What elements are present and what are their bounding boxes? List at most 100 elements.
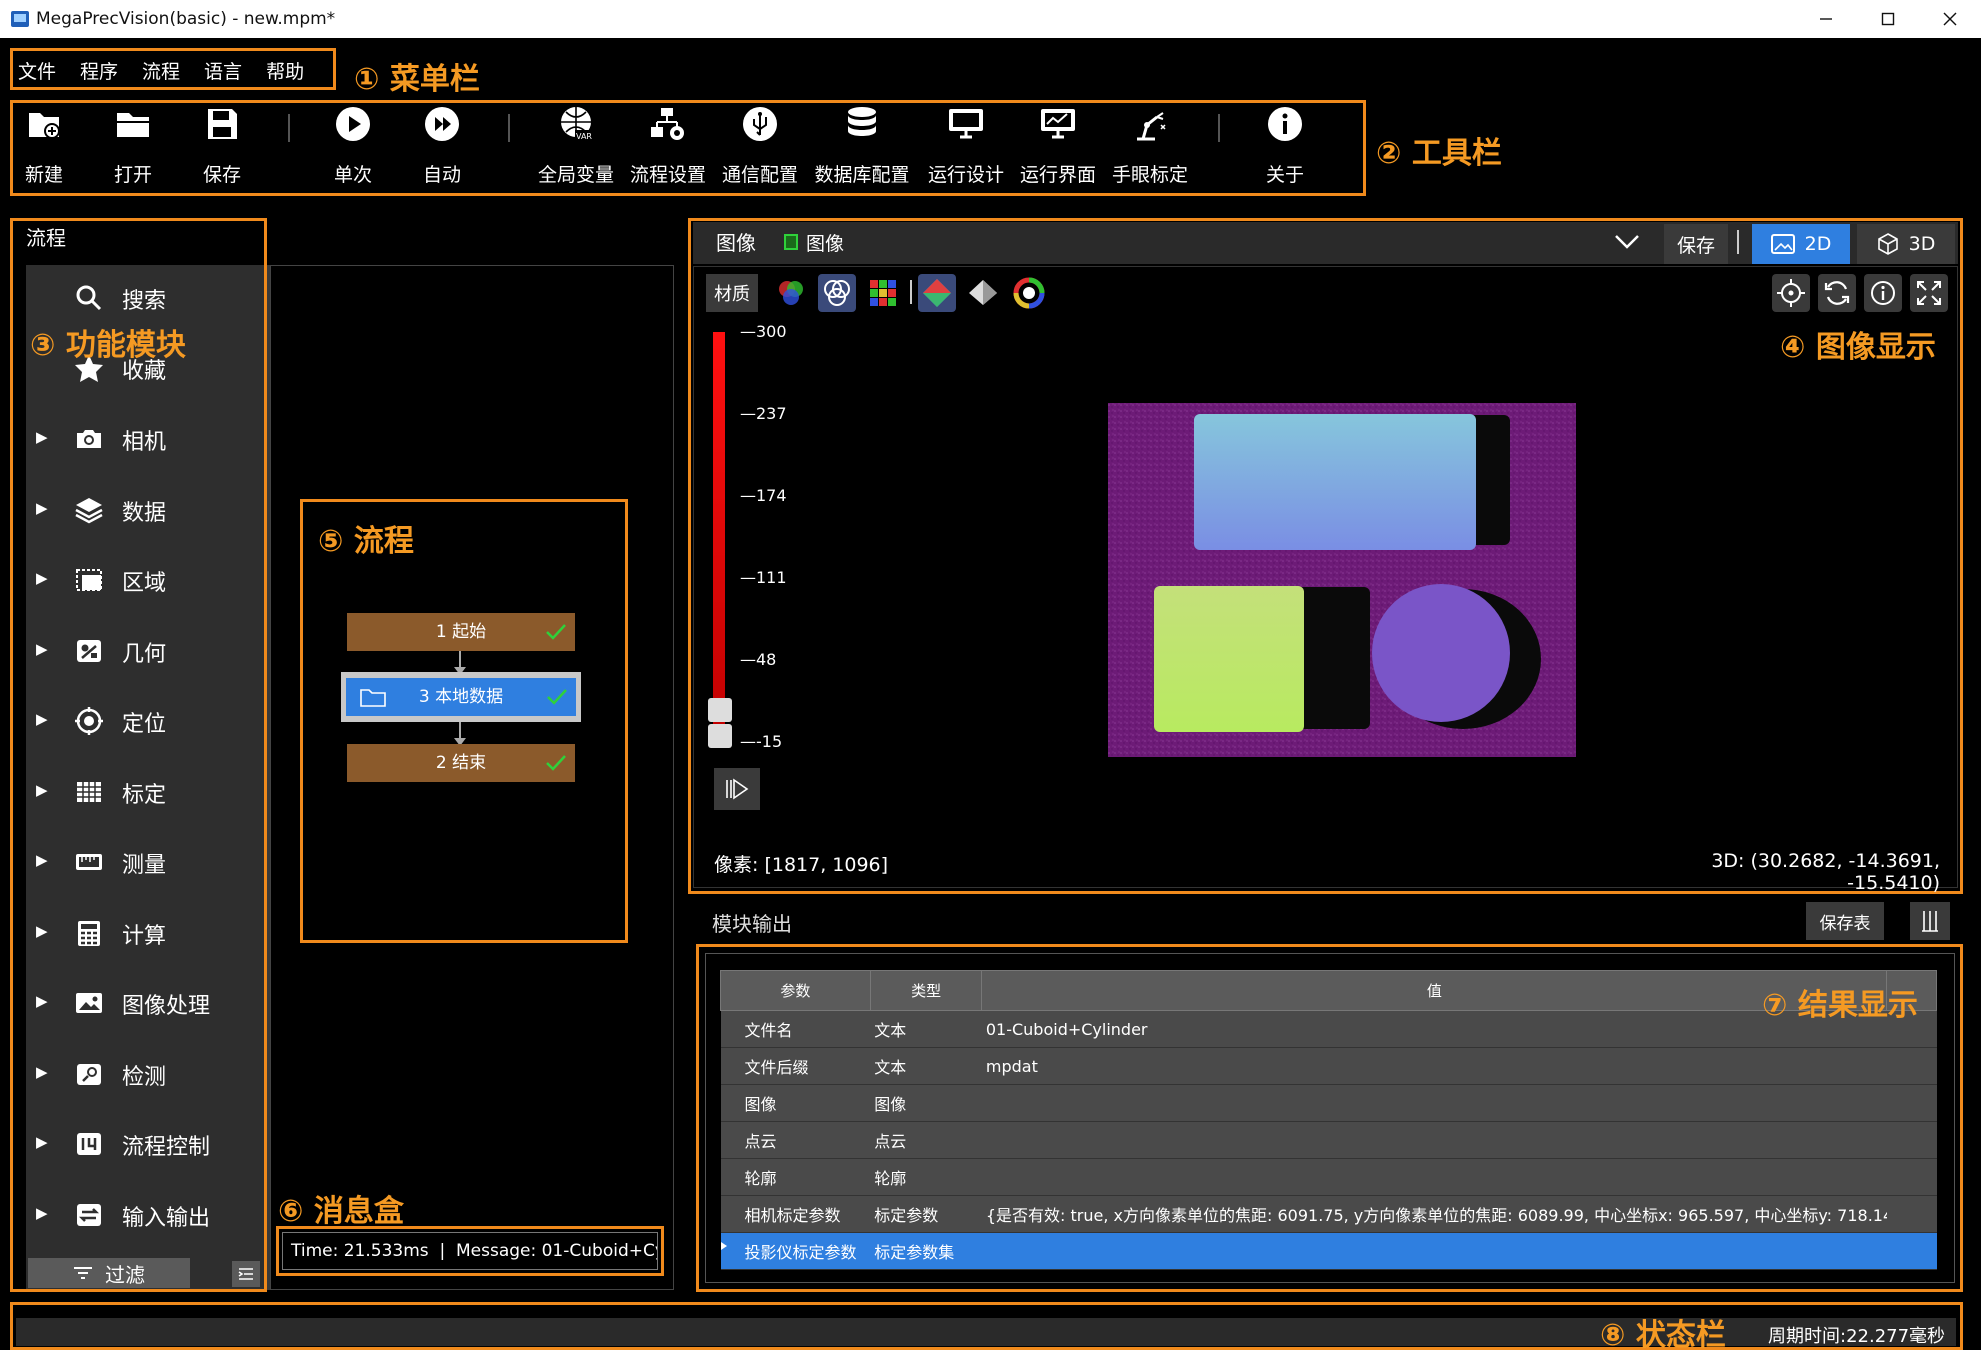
toolbar-flow-settings-button[interactable]: 流程设置: [622, 104, 714, 192]
filter-button[interactable]: 过滤: [28, 1258, 190, 1288]
expand-arrow-icon[interactable]: ▶: [36, 1063, 48, 1081]
module-compute[interactable]: ▶ 计算: [26, 912, 264, 952]
expand-arrow-icon[interactable]: ▶: [36, 499, 48, 517]
toolbar-hand-eye-button[interactable]: 手眼标定: [1104, 104, 1196, 192]
flow-node-local-data[interactable]: 3 本地数据: [346, 678, 576, 716]
table-row[interactable]: 相机标定参数 标定参数 {是否有效: true, x方向像素单位的焦距: 6091.…: [720, 1195, 1937, 1233]
row-expand-arrow-icon[interactable]: [718, 1240, 730, 1252]
pixel-grid-icon[interactable]: [864, 274, 902, 312]
toolbar-run-design-button[interactable]: 运行设计: [920, 104, 1012, 192]
usb-icon: [743, 107, 777, 141]
output-title: 模块输出: [712, 912, 792, 936]
toolbar-comm-config-button[interactable]: 通信配置: [714, 104, 806, 192]
close-button[interactable]: [1920, 0, 1980, 38]
play-scale-button[interactable]: [714, 768, 760, 810]
refresh-icon[interactable]: [1818, 274, 1856, 312]
camera-image[interactable]: [1108, 403, 1576, 757]
color-wheel-icon[interactable]: [1010, 274, 1048, 312]
module-calibration[interactable]: ▶ 标定: [26, 771, 264, 811]
toolbar-new-button[interactable]: 新建: [0, 104, 88, 192]
module-camera[interactable]: ▶ 相机: [26, 418, 264, 458]
grid-icon: [77, 782, 101, 802]
expand-arrow-icon[interactable]: ▶: [36, 851, 48, 869]
channel-blend-icon[interactable]: [818, 274, 856, 312]
rgb-channels-icon[interactable]: [772, 274, 810, 312]
table-row[interactable]: 轮廓 轮廓: [720, 1158, 1937, 1196]
toolbar-auto-run-button[interactable]: 自动: [398, 104, 486, 192]
expand-arrow-icon[interactable]: ▶: [36, 1204, 48, 1222]
height-scale-bar: [713, 332, 725, 742]
expand-arrow-icon[interactable]: ▶: [36, 1133, 48, 1151]
monitor-icon: [949, 109, 983, 139]
image-source-select[interactable]: 图像: [774, 225, 1644, 261]
chevron-down-icon[interactable]: [1614, 233, 1640, 251]
toolbar-run-ui-button[interactable]: 运行界面: [1012, 104, 1104, 192]
module-locate[interactable]: ▶ 定位: [26, 700, 264, 740]
io-icon: [77, 1204, 101, 1226]
flow-node-start[interactable]: 1 起始: [347, 613, 575, 651]
height-colormap-icon[interactable]: [918, 274, 956, 312]
module-image-processing[interactable]: ▶ 图像处理: [26, 982, 264, 1022]
mode-3d-button[interactable]: 3D: [1857, 224, 1955, 264]
scale-tick-label: —-15: [740, 732, 783, 751]
flow-node-end[interactable]: 2 结束: [347, 744, 575, 782]
list-view-button[interactable]: [232, 1261, 260, 1287]
table-header: 参数 类型 值: [720, 970, 1937, 1011]
toolbar-open-button[interactable]: 打开: [89, 104, 177, 192]
expand-arrow-icon[interactable]: ▶: [36, 781, 48, 799]
module-inspect[interactable]: ▶ 检测: [26, 1053, 264, 1093]
module-geometry[interactable]: ▶ 几何: [26, 630, 264, 670]
toolbar-db-config-button[interactable]: 数据库配置: [806, 104, 918, 192]
module-search[interactable]: 搜索: [26, 277, 264, 317]
flow-control-icon: [77, 1133, 101, 1155]
menu-language[interactable]: 语言: [200, 57, 246, 84]
menu-program[interactable]: 程序: [76, 57, 122, 84]
toolbar-global-var-button[interactable]: VAR 全局变量: [530, 104, 622, 192]
module-flow-control[interactable]: ▶ 流程控制: [26, 1123, 264, 1163]
expand-arrow-icon[interactable]: ▶: [36, 640, 48, 658]
viewport-toolbar-separator: [910, 280, 912, 304]
column-header[interactable]: 值: [981, 970, 1888, 1011]
minimize-button[interactable]: [1796, 0, 1856, 38]
crosshair-icon[interactable]: [1772, 274, 1810, 312]
module-measure[interactable]: ▶ 测量: [26, 841, 264, 881]
image-save-button[interactable]: 保存: [1664, 224, 1728, 264]
toolbar-run-once-button[interactable]: 单次: [309, 104, 397, 192]
filter-icon: [74, 1267, 92, 1279]
expand-arrow-icon[interactable]: ▶: [36, 992, 48, 1010]
material-button[interactable]: 材质: [706, 274, 758, 312]
toolbar-about-button[interactable]: 关于: [1240, 104, 1330, 192]
menu-help[interactable]: 帮助: [262, 57, 308, 84]
expand-arrow-icon[interactable]: ▶: [36, 922, 48, 940]
table-row[interactable]: 点云 点云: [720, 1121, 1937, 1159]
expand-arrow-icon[interactable]: ▶: [36, 428, 48, 446]
annotation-flow: ⑤ 流程: [318, 524, 414, 559]
annotation-result: ⑦ 结果显示: [1762, 988, 1918, 1023]
expand-arrow-icon[interactable]: ▶: [36, 710, 48, 728]
menu-flow[interactable]: 流程: [138, 57, 184, 84]
ruler-icon: [76, 854, 102, 870]
mode-2d-button[interactable]: 2D: [1752, 224, 1850, 264]
check-icon: [546, 755, 566, 771]
column-header[interactable]: 类型: [869, 970, 983, 1011]
module-region[interactable]: ▶ 区域: [26, 559, 264, 599]
scale-upper-handle[interactable]: [708, 698, 732, 722]
info-circle-icon[interactable]: [1864, 274, 1902, 312]
table-row-selected[interactable]: 投影仪标定参数 标定参数集: [720, 1232, 1937, 1270]
scale-lower-handle[interactable]: [708, 724, 732, 748]
menu-file[interactable]: 文件: [14, 57, 60, 84]
save-table-button[interactable]: 保存表: [1806, 902, 1884, 940]
table-row[interactable]: 文件名 文本 01-Cuboid+Cylinder: [720, 1010, 1937, 1048]
maximize-button[interactable]: [1858, 0, 1918, 38]
column-config-button[interactable]: [1910, 902, 1950, 940]
expand-arrow-icon[interactable]: ▶: [36, 569, 48, 587]
toolbar-save-button[interactable]: 保存: [178, 104, 266, 192]
column-header[interactable]: 参数: [720, 970, 871, 1011]
module-data[interactable]: ▶ 数据: [26, 489, 264, 529]
shaded-surface-icon[interactable]: [964, 274, 1002, 312]
table-row[interactable]: 文件后缀 文本 mpdat: [720, 1047, 1937, 1085]
table-row[interactable]: 图像 图像: [720, 1084, 1937, 1122]
fullscreen-icon[interactable]: [1910, 274, 1948, 312]
module-io[interactable]: ▶ 输入输出: [26, 1194, 264, 1234]
image-tab[interactable]: 图像: [716, 227, 756, 256]
